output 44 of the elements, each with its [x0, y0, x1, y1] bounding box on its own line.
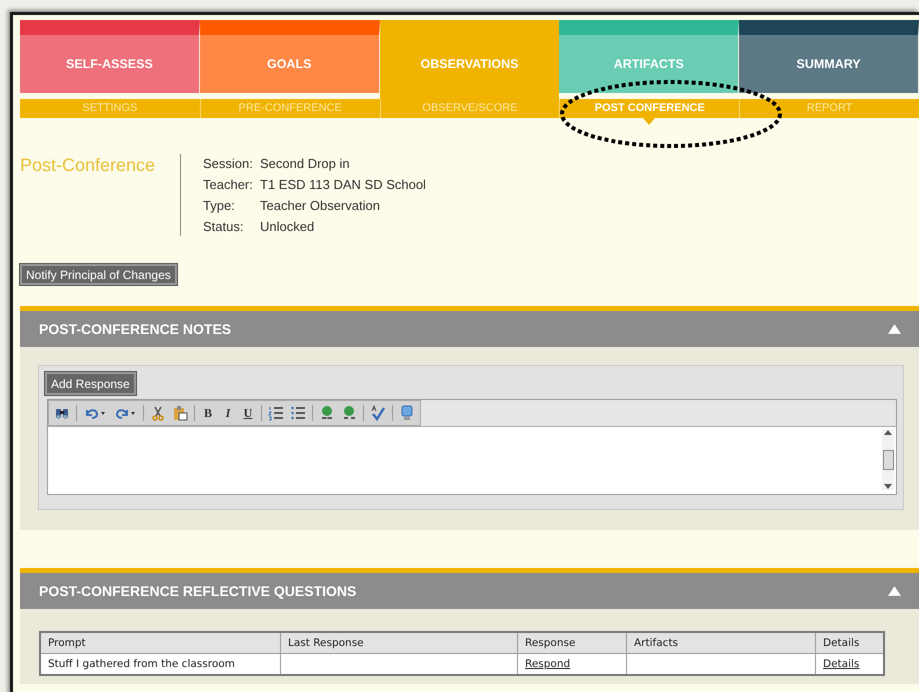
format-button[interactable]: B [201, 406, 215, 420]
nav-tab[interactable]: OBSERVATIONS [380, 20, 560, 99]
scroll-down-arrow-icon[interactable] [884, 484, 892, 490]
scissors-icon[interactable] [150, 405, 166, 421]
page-title: Post-Conference [20, 154, 156, 177]
clipboard-icon[interactable] [172, 405, 188, 421]
column-header: Artifacts [626, 632, 816, 654]
detail-value: Second Drop in [260, 156, 350, 171]
section-header[interactable]: POST-CONFERENCE NOTES [20, 306, 919, 347]
bullet-list-icon[interactable] [290, 405, 306, 421]
monitor-icon[interactable] [399, 405, 415, 421]
detail-label: Type: [203, 198, 236, 213]
section-title: POST-CONFERENCE REFLECTIVE QUESTIONS [39, 583, 356, 599]
scrollbar-thumb[interactable] [882, 450, 894, 470]
nav-tab[interactable]: SUMMARY [739, 20, 919, 93]
section-header[interactable]: POST-CONFERENCE REFLECTIVE QUESTIONS [20, 568, 919, 609]
detail-value: Unlocked [260, 219, 314, 234]
nav-tab[interactable]: ARTIFACTS [559, 20, 740, 93]
detail-value: Teacher Observation [260, 198, 380, 213]
column-header: Response [518, 632, 626, 654]
detail-label: Teacher: [203, 177, 254, 192]
format-button[interactable]: U [241, 406, 255, 420]
response-text-field[interactable] [48, 426, 896, 494]
table-cell: Stuff I gathered from the classroom [40, 654, 280, 675]
detail-value: T1 ESD 113 DAN SD School [260, 177, 426, 192]
collapse-triangle-icon[interactable] [888, 324, 901, 334]
scroll-up-arrow-icon[interactable] [884, 429, 892, 435]
globe-link-icon[interactable] [319, 405, 335, 421]
add-response-button[interactable]: Add Response [45, 372, 136, 395]
collapse-triangle-icon[interactable] [888, 586, 901, 596]
column-header: Prompt [40, 632, 280, 654]
spellcheck-icon[interactable] [370, 405, 386, 421]
column-header: Last Response [280, 632, 518, 654]
format-button[interactable]: I [221, 406, 235, 420]
nav-tab[interactable]: SELF-ASSESS [20, 20, 200, 93]
numbered-list-icon[interactable] [268, 405, 284, 421]
detail-label: Session: [203, 156, 254, 171]
nav-tab[interactable]: GOALS [200, 20, 380, 93]
scrollbar[interactable] [882, 429, 894, 490]
notify-button[interactable]: Notify Principal of Changes [20, 264, 177, 285]
section-title: POST-CONFERENCE NOTES [39, 321, 232, 337]
column-header: Details [816, 632, 884, 654]
globe-unlink-icon[interactable] [341, 405, 357, 421]
detail-label: Status: [203, 219, 244, 234]
